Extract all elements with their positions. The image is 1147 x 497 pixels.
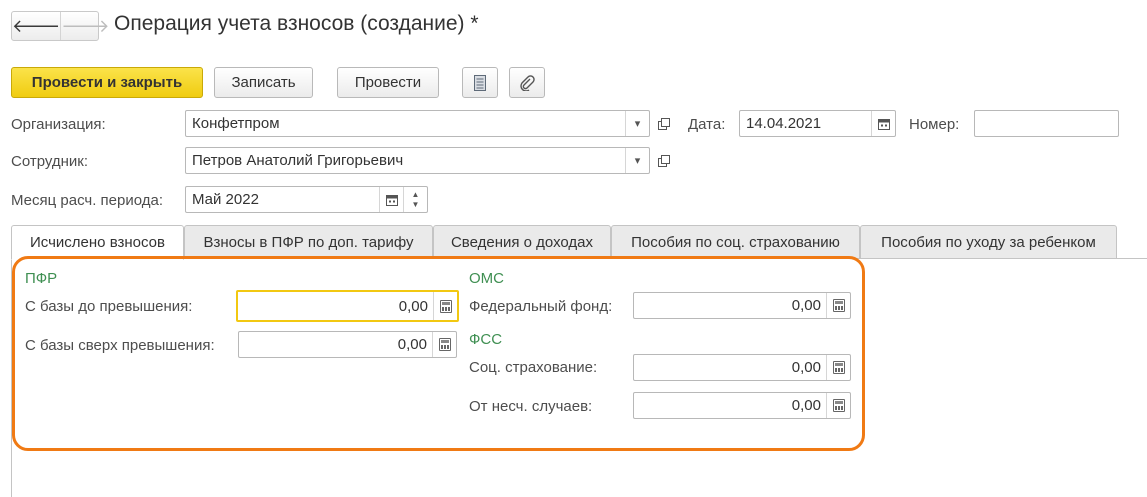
date-field[interactable]: 14.04.2021 <box>739 110 896 137</box>
attachment-button[interactable] <box>509 67 545 98</box>
number-field[interactable] <box>974 110 1119 137</box>
report-button[interactable] <box>462 67 498 98</box>
tab-childcare-benefits[interactable]: Пособия по уходу за ребенком <box>860 225 1117 259</box>
organization-label: Организация: <box>11 116 106 133</box>
month-value: Май 2022 <box>192 191 259 208</box>
tab-income-info[interactable]: Сведения о доходах <box>433 225 611 259</box>
date-label: Дата: <box>688 116 726 133</box>
dropdown-icon[interactable]: ▾ <box>625 111 649 136</box>
employee-field[interactable]: Петров Анатолий Григорьевич ▾ <box>185 147 650 174</box>
employee-value: Петров Анатолий Григорьевич <box>192 152 404 169</box>
forward-arrow-icon[interactable]: 🡒 <box>61 12 109 40</box>
calendar-icon[interactable] <box>871 111 895 136</box>
highlight-frame <box>12 256 865 451</box>
date-value: 14.04.2021 <box>746 115 822 132</box>
open-icon[interactable] <box>652 147 675 174</box>
save-button[interactable]: Записать <box>214 67 313 98</box>
post-and-close-button[interactable]: Провести и закрыть <box>11 67 203 98</box>
dropdown-icon[interactable]: ▾ <box>625 148 649 173</box>
spin-down-icon[interactable]: ▼ <box>412 200 420 210</box>
back-arrow-icon[interactable]: 🡐 <box>12 12 62 40</box>
tab-social-insurance-benefits[interactable]: Пособия по соц. страхованию <box>611 225 860 259</box>
spin-icon[interactable]: ▲ ▼ <box>403 187 427 212</box>
month-label: Месяц расч. периода: <box>11 192 164 209</box>
nav-buttons: 🡐 🡒 <box>11 11 110 41</box>
attachment-icon <box>520 74 535 91</box>
open-icon[interactable] <box>652 110 675 137</box>
page-title: Операция учета взносов (создание) * <box>114 12 479 35</box>
spin-up-icon[interactable]: ▲ <box>412 190 420 200</box>
tab-pfr-additional-rate[interactable]: Взносы в ПФР по доп. тарифу <box>184 225 433 259</box>
month-field[interactable]: Май 2022 ▲ ▼ <box>185 186 428 213</box>
post-button[interactable]: Провести <box>337 67 439 98</box>
number-label: Номер: <box>909 116 960 133</box>
organization-value: Конфетпром <box>192 115 280 132</box>
organization-field[interactable]: Конфетпром ▾ <box>185 110 650 137</box>
tab-contributions-calculated[interactable]: Исчислено взносов <box>11 225 184 260</box>
report-icon <box>474 74 486 91</box>
employee-label: Сотрудник: <box>11 153 89 170</box>
calendar-icon[interactable] <box>379 187 403 212</box>
